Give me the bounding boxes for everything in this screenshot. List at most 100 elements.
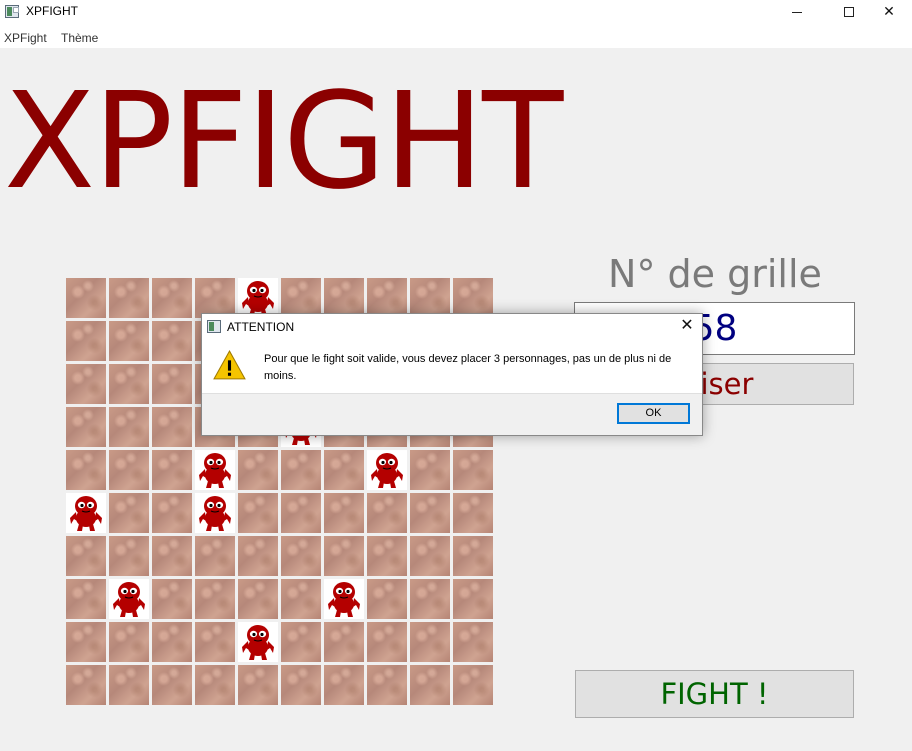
grid-cell[interactable] bbox=[195, 536, 235, 576]
grid-cell[interactable] bbox=[66, 579, 106, 619]
grid-cell[interactable] bbox=[453, 622, 493, 662]
grid-cell[interactable] bbox=[367, 579, 407, 619]
grid-cell[interactable] bbox=[66, 321, 106, 361]
grid-cell[interactable] bbox=[152, 493, 192, 533]
grid-cell[interactable] bbox=[410, 622, 450, 662]
grid-cell[interactable] bbox=[152, 407, 192, 447]
dialog-body: Pour que le fight soit valide, vous deve… bbox=[202, 344, 702, 393]
grid-cell[interactable] bbox=[195, 622, 235, 662]
grid-cell[interactable] bbox=[152, 278, 192, 318]
grid-cell[interactable] bbox=[109, 450, 149, 490]
grid-cell[interactable] bbox=[109, 321, 149, 361]
grid-cell[interactable] bbox=[453, 536, 493, 576]
grid-cell[interactable] bbox=[324, 579, 364, 619]
grid-cell[interactable] bbox=[281, 493, 321, 533]
grid-cell[interactable] bbox=[324, 622, 364, 662]
grid-cell[interactable] bbox=[152, 364, 192, 404]
grid-cell[interactable] bbox=[238, 622, 278, 662]
grid-cell[interactable] bbox=[410, 493, 450, 533]
window-title: XPFIGHT bbox=[26, 4, 79, 18]
grid-cell[interactable] bbox=[66, 536, 106, 576]
grid-cell[interactable] bbox=[238, 493, 278, 533]
red-monster-icon bbox=[199, 453, 231, 488]
grid-cell[interactable] bbox=[281, 579, 321, 619]
grid-cell[interactable] bbox=[109, 536, 149, 576]
close-icon: ✕ bbox=[883, 3, 895, 19]
grid-cell[interactable] bbox=[367, 493, 407, 533]
grid-cell[interactable] bbox=[281, 278, 321, 318]
grid-cell[interactable] bbox=[152, 321, 192, 361]
grid-cell[interactable] bbox=[453, 665, 493, 705]
grid-cell[interactable] bbox=[66, 665, 106, 705]
grid-cell[interactable] bbox=[109, 278, 149, 318]
grid-cell[interactable] bbox=[238, 450, 278, 490]
grid-cell[interactable] bbox=[367, 622, 407, 662]
app-icon bbox=[5, 5, 19, 18]
grid-cell[interactable] bbox=[281, 622, 321, 662]
grid-cell[interactable] bbox=[152, 579, 192, 619]
grid-cell[interactable] bbox=[152, 536, 192, 576]
attention-dialog: ATTENTION ✕ Pour que le fight soit valid… bbox=[201, 313, 703, 436]
app-title: XPFIGHT bbox=[4, 65, 563, 219]
grid-cell[interactable] bbox=[109, 665, 149, 705]
grid-cell[interactable] bbox=[367, 450, 407, 490]
grid-cell[interactable] bbox=[195, 450, 235, 490]
menu-xpfight[interactable]: XPFight bbox=[4, 31, 47, 45]
close-button[interactable]: ✕ bbox=[866, 0, 912, 24]
grid-cell[interactable] bbox=[66, 622, 106, 662]
grid-cell[interactable] bbox=[324, 536, 364, 576]
grid-cell[interactable] bbox=[66, 278, 106, 318]
grid-cell[interactable] bbox=[453, 450, 493, 490]
grid-cell[interactable] bbox=[66, 450, 106, 490]
grid-cell[interactable] bbox=[152, 665, 192, 705]
grid-cell[interactable] bbox=[195, 665, 235, 705]
grid-cell[interactable] bbox=[453, 493, 493, 533]
grid-cell[interactable] bbox=[410, 536, 450, 576]
grid-cell[interactable] bbox=[453, 579, 493, 619]
grid-cell[interactable] bbox=[410, 579, 450, 619]
grid-cell[interactable] bbox=[238, 665, 278, 705]
grid-cell[interactable] bbox=[66, 364, 106, 404]
grid-cell[interactable] bbox=[66, 493, 106, 533]
grid-cell[interactable] bbox=[410, 450, 450, 490]
grid-cell[interactable] bbox=[195, 493, 235, 533]
grid-cell[interactable] bbox=[238, 579, 278, 619]
grid-cell[interactable] bbox=[324, 450, 364, 490]
red-monster-icon bbox=[328, 582, 360, 617]
grid-cell[interactable] bbox=[109, 622, 149, 662]
grid-cell[interactable] bbox=[152, 622, 192, 662]
dialog-close-button[interactable]: ✕ bbox=[673, 315, 701, 339]
grid-cell[interactable] bbox=[109, 579, 149, 619]
title-bar: XPFIGHT ✕ bbox=[0, 0, 912, 24]
grid-cell[interactable] bbox=[324, 278, 364, 318]
grid-cell[interactable] bbox=[281, 536, 321, 576]
red-monster-icon bbox=[242, 281, 274, 316]
grid-cell[interactable] bbox=[367, 665, 407, 705]
fight-button[interactable]: FIGHT ! bbox=[575, 670, 854, 718]
grid-cell[interactable] bbox=[195, 579, 235, 619]
grid-cell[interactable] bbox=[238, 536, 278, 576]
grid-cell[interactable] bbox=[281, 665, 321, 705]
grid-cell[interactable] bbox=[453, 278, 493, 318]
grid-cell[interactable] bbox=[367, 536, 407, 576]
grid-cell[interactable] bbox=[281, 450, 321, 490]
grid-cell[interactable] bbox=[109, 364, 149, 404]
dialog-app-icon bbox=[207, 320, 221, 333]
grid-cell[interactable] bbox=[109, 407, 149, 447]
grid-cell[interactable] bbox=[66, 407, 106, 447]
red-monster-icon bbox=[113, 582, 145, 617]
ok-button[interactable]: OK bbox=[617, 403, 690, 424]
minimize-button[interactable] bbox=[774, 0, 820, 24]
grid-cell[interactable] bbox=[152, 450, 192, 490]
grid-cell[interactable] bbox=[410, 278, 450, 318]
grid-cell[interactable] bbox=[410, 665, 450, 705]
grid-cell[interactable] bbox=[367, 278, 407, 318]
grid-cell[interactable] bbox=[109, 493, 149, 533]
grid-cell[interactable] bbox=[195, 278, 235, 318]
red-monster-icon bbox=[70, 496, 102, 531]
grid-cell[interactable] bbox=[238, 278, 278, 318]
grid-cell[interactable] bbox=[324, 665, 364, 705]
menu-theme[interactable]: Thème bbox=[61, 31, 98, 45]
grid-cell[interactable] bbox=[324, 493, 364, 533]
warning-icon bbox=[213, 350, 246, 380]
